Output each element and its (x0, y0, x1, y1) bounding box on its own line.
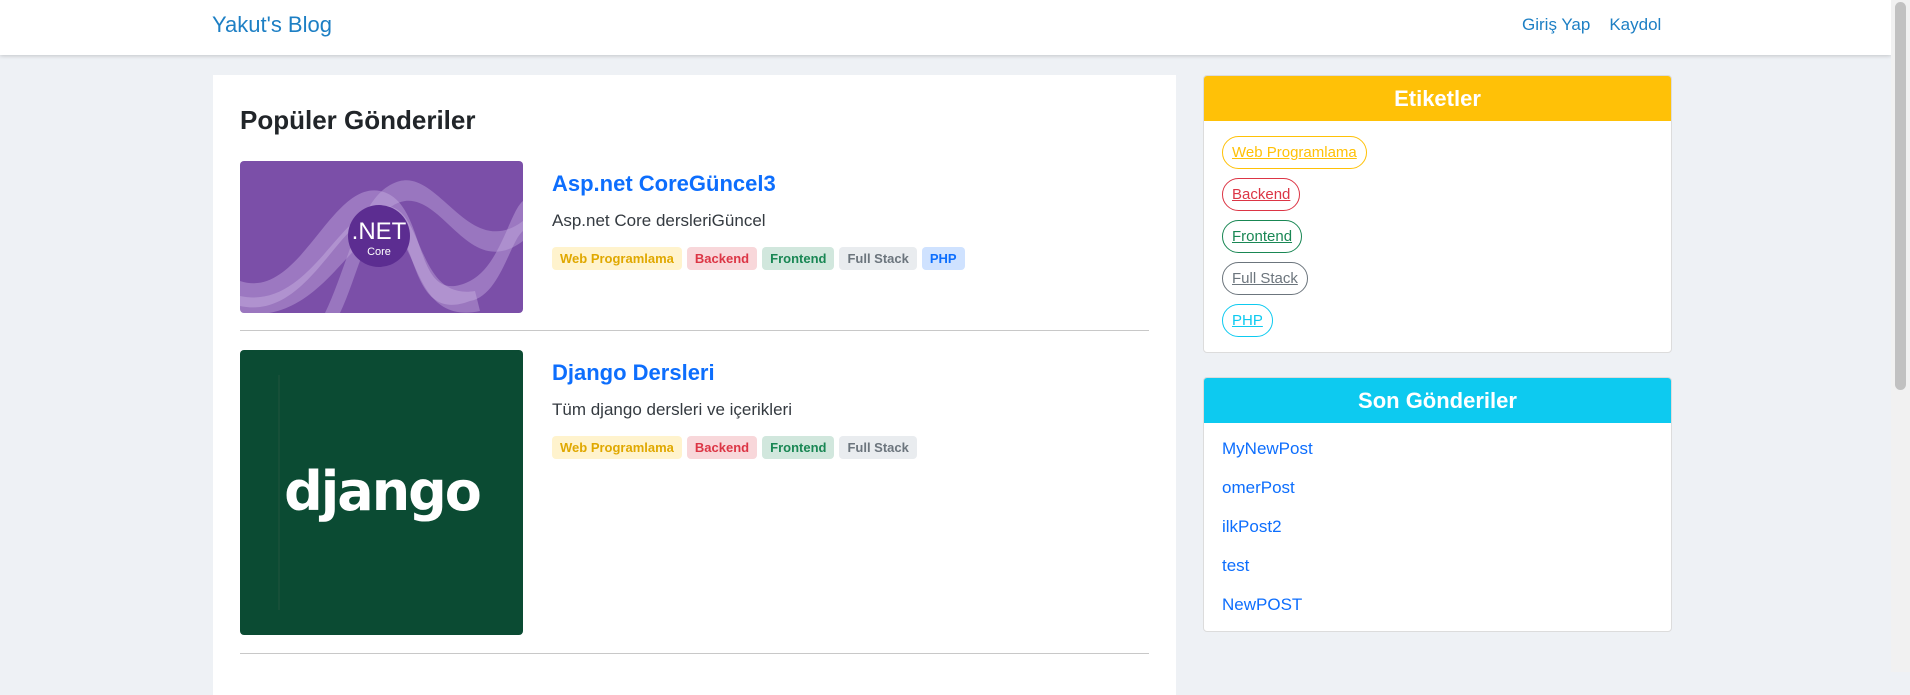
post-title-link[interactable]: Django Dersleri (552, 360, 715, 386)
dotnet-logo-text: .NET (352, 218, 407, 245)
post-item: django Django Dersleri Tüm django dersle… (240, 350, 1149, 636)
recent-post-link[interactable]: MyNewPost (1222, 439, 1653, 459)
post-tags: Web Programlama Backend Frontend Full St… (552, 436, 917, 459)
post-divider (240, 653, 1149, 654)
post-tag-full-stack[interactable]: Full Stack (839, 436, 917, 459)
post-tags: Web Programlama Backend Frontend Full St… (552, 247, 965, 270)
post-title-link[interactable]: Asp.net CoreGüncel3 (552, 171, 776, 197)
register-link[interactable]: Kaydol (1609, 15, 1661, 35)
post-tag-backend[interactable]: Backend (686, 247, 758, 270)
scrollbar-thumb[interactable] (1895, 2, 1906, 390)
brand-link[interactable]: Yakut's Blog (212, 12, 332, 38)
post-description: Tüm django dersleri ve içerikleri (552, 400, 792, 419)
tag-list: Web Programlama Backend Frontend Full St… (1204, 121, 1671, 352)
recent-post-link[interactable]: NewPOST (1222, 595, 1653, 615)
recent-posts-card: Son Gönderiler MyNewPost omerPost ilkPos… (1203, 377, 1672, 632)
recent-post-link[interactable]: test (1222, 556, 1653, 576)
post-tag-web-programlama[interactable]: Web Programlama (552, 247, 682, 270)
post-tag-frontend[interactable]: Frontend (762, 436, 835, 459)
tags-card: Etiketler Web Programlama Backend Fronte… (1203, 75, 1672, 353)
tag-pill-backend[interactable]: Backend (1222, 178, 1301, 211)
login-link[interactable]: Giriş Yap (1522, 15, 1590, 35)
tag-pill-web-programlama[interactable]: Web Programlama (1222, 136, 1367, 169)
page-scrollbar[interactable] (1891, 0, 1910, 672)
post-tag-frontend[interactable]: Frontend (762, 247, 835, 270)
post-tag-php[interactable]: PHP (921, 247, 965, 270)
post-divider (240, 330, 1149, 331)
post-tag-web-programlama[interactable]: Web Programlama (552, 436, 682, 459)
post-item: .NET Core Asp.net CoreGüncel3 Asp.net Co… (240, 161, 1149, 314)
tag-pill-php[interactable]: PHP (1222, 304, 1273, 337)
recent-posts-list: MyNewPost omerPost ilkPost2 test NewPOST (1204, 423, 1671, 631)
post-tag-backend[interactable]: Backend (686, 436, 758, 459)
django-logo-text: django (284, 460, 480, 523)
recent-posts-header: Son Gönderiler (1204, 378, 1671, 423)
popular-posts-title: Popüler Gönderiler (240, 105, 476, 135)
tag-pill-full-stack[interactable]: Full Stack (1222, 262, 1308, 295)
top-navbar: Yakut's Blog Giriş Yap Kaydol (0, 0, 1891, 55)
popular-posts-card: Popüler Gönderiler .NET Core Asp.net Cor… (213, 75, 1176, 695)
tag-pill-frontend[interactable]: Frontend (1222, 220, 1303, 253)
recent-post-link[interactable]: omerPost (1222, 478, 1653, 498)
post-description: Asp.net Core dersleriGüncel (552, 211, 766, 230)
dotnet-logo-subtext: Core (367, 246, 391, 258)
post-image-django[interactable]: django (240, 350, 523, 635)
nav-links: Giriş Yap Kaydol (1522, 15, 1661, 35)
post-image-dotnet[interactable]: .NET Core (240, 161, 523, 313)
recent-post-link[interactable]: ilkPost2 (1222, 517, 1653, 537)
post-tag-full-stack[interactable]: Full Stack (839, 247, 917, 270)
tags-card-header: Etiketler (1204, 76, 1671, 121)
